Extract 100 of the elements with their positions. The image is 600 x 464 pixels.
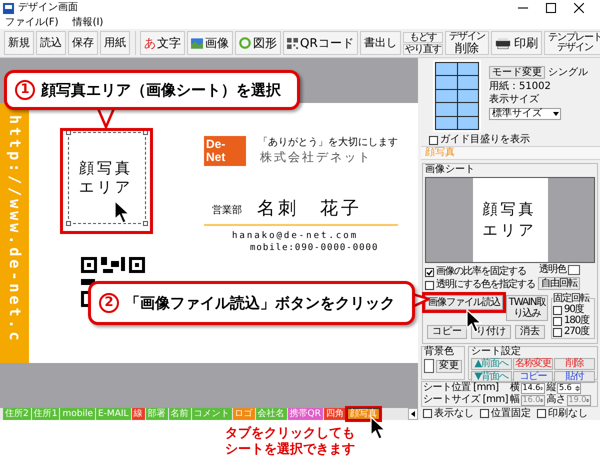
- resize-handle[interactable]: [143, 130, 148, 135]
- checkbox-label: ガイド目盛りを表示: [440, 135, 530, 145]
- mode-change-button[interactable]: モード変更: [489, 66, 545, 79]
- checkbox-label: 表示なし: [434, 408, 474, 418]
- sheet-setting-button[interactable]: 削除: [554, 358, 595, 370]
- department: 営業部: [212, 206, 242, 216]
- step-number: 1: [15, 80, 35, 100]
- field-label: 横: [510, 383, 520, 393]
- small-toolbar-button[interactable]: もどす: [402, 32, 443, 42]
- color-swatch[interactable]: [568, 265, 580, 275]
- checkbox-label: 透明にする色を指定する: [436, 280, 535, 290]
- photo-placeholder-text: 顔写真: [79, 161, 134, 176]
- layout-preview: [433, 60, 481, 132]
- sheet-setting-button[interactable]: 名称変更: [512, 358, 554, 370]
- qr-button[interactable]: QRコード: [283, 31, 358, 55]
- paper-label: 用紙：51002: [489, 82, 552, 92]
- print-button[interactable]: 印刷: [490, 31, 542, 55]
- mobile-number: mobile:090-0000-0000: [250, 244, 378, 253]
- geometry-label: シート位置 [mm]: [423, 383, 500, 393]
- landscape-icon: [191, 38, 203, 48]
- group-title: 固定回転: [553, 294, 589, 304]
- display-size-select[interactable]: 標準サイズ: [489, 108, 561, 120]
- printer-icon: [494, 38, 511, 48]
- slogan: 「ありがとう」を大切にします: [258, 138, 398, 148]
- swatch-label: 透明色: [539, 265, 566, 275]
- checkbox[interactable]: [537, 409, 546, 418]
- mode-label: シングル: [548, 68, 588, 78]
- small-toolbar-button[interactable]: やり直す: [402, 44, 443, 54]
- person-name: 名刺 花子: [257, 200, 362, 218]
- app-icon: [3, 2, 14, 14]
- checkbox[interactable]: [425, 268, 434, 276]
- checkbox-label: 90度: [564, 305, 584, 315]
- scroll-left-icon[interactable]: [408, 408, 418, 420]
- section-title: 顔写真: [425, 148, 455, 158]
- number-field[interactable]: 5.6: [557, 382, 581, 394]
- toolbar-button[interactable]: 新規: [4, 31, 34, 55]
- toolbar-button[interactable]: 読込: [36, 31, 66, 55]
- color-swatch[interactable]: [424, 359, 434, 373]
- email: hanako@de-net.com: [232, 232, 358, 241]
- checkbox[interactable]: [553, 328, 562, 336]
- text-button[interactable]: あ文字: [140, 31, 185, 55]
- toolbar-button[interactable]: 書出し: [360, 31, 401, 55]
- button-label: 印刷: [514, 35, 538, 52]
- hiragana-glyph: あ: [144, 35, 156, 52]
- spinner-icon: [575, 384, 580, 392]
- sheet-tab[interactable]: 線: [132, 408, 145, 420]
- field-label: 高さ: [546, 395, 566, 405]
- menu-item[interactable]: ファイル(F): [5, 18, 59, 28]
- field-label: 幅: [510, 395, 520, 405]
- checkbox[interactable]: [480, 409, 489, 418]
- change-color-button[interactable]: 変更: [436, 360, 462, 372]
- toolbar-button[interactable]: 用紙: [100, 31, 130, 55]
- checkbox-label: 180度: [564, 316, 590, 326]
- sheet-action-button[interactable]: TWAIN取り込み: [506, 295, 548, 321]
- window-title: デザイン画面: [18, 3, 78, 13]
- template-button[interactable]: テンプレート デザイン: [544, 31, 600, 55]
- logo: De- Net: [204, 136, 246, 166]
- sheet-action-button[interactable]: り付け: [471, 325, 511, 339]
- button-label: QRコード: [300, 35, 354, 52]
- button-label: 画像: [205, 35, 229, 52]
- toolbar-button[interactable]: 保存: [68, 31, 98, 55]
- checkbox-label: 画像の比率を固定する: [436, 267, 526, 277]
- checkbox[interactable]: [429, 136, 438, 144]
- checkbox[interactable]: [425, 280, 434, 290]
- checkbox[interactable]: [423, 409, 432, 418]
- button-label: デザイン: [556, 43, 593, 53]
- number-field[interactable]: 14.6: [520, 382, 544, 394]
- sheet-tab[interactable]: 四角: [324, 408, 346, 420]
- hint-text: シートを選択できます: [225, 442, 355, 458]
- button-label: 図形: [253, 35, 277, 52]
- hint-text: タブをクリックしても: [225, 426, 355, 442]
- free-rotate-button[interactable]: 自由回転: [538, 277, 580, 290]
- resize-handle[interactable]: [143, 221, 148, 226]
- checkbox-label: 印刷なし: [548, 408, 588, 418]
- resize-handle[interactable]: [66, 130, 71, 135]
- checkbox-label: 270度: [564, 327, 590, 337]
- button-label: 削除: [454, 42, 479, 54]
- callout-text: 顔写真エリア（画像シート）を選択: [41, 80, 281, 101]
- field-label: 縦: [546, 383, 556, 393]
- sheet-action-button[interactable]: コピー: [427, 325, 467, 339]
- preview-text: エリア: [482, 223, 538, 238]
- group-title: 画像シート: [425, 165, 476, 175]
- close-icon[interactable]: [574, 3, 584, 13]
- checkbox[interactable]: [553, 306, 562, 314]
- resize-handle[interactable]: [66, 221, 71, 226]
- checkbox[interactable]: [553, 316, 562, 326]
- menu-item[interactable]: 情報(I): [72, 18, 104, 28]
- shape-button[interactable]: 図形: [235, 31, 281, 55]
- maximize-icon[interactable]: [546, 3, 556, 13]
- button-caption: デザイン: [448, 32, 485, 42]
- preview-text: 顔写真: [482, 202, 538, 217]
- checkbox-label: 位置固定: [491, 408, 531, 418]
- display-size-label: 表示サイズ: [489, 95, 540, 105]
- vertical-url: http://www.de-net.c: [7, 115, 22, 344]
- sheet-setting-button[interactable]: 貼付: [554, 371, 595, 383]
- delete-design-button[interactable]: デザイン 削除: [444, 31, 489, 55]
- sheet-setting-button[interactable]: コピー: [512, 371, 554, 383]
- sheet-action-button[interactable]: 画像ファイル読込: [425, 295, 503, 310]
- image-button[interactable]: 画像: [187, 31, 233, 55]
- sheet-action-button[interactable]: 消去: [515, 325, 545, 339]
